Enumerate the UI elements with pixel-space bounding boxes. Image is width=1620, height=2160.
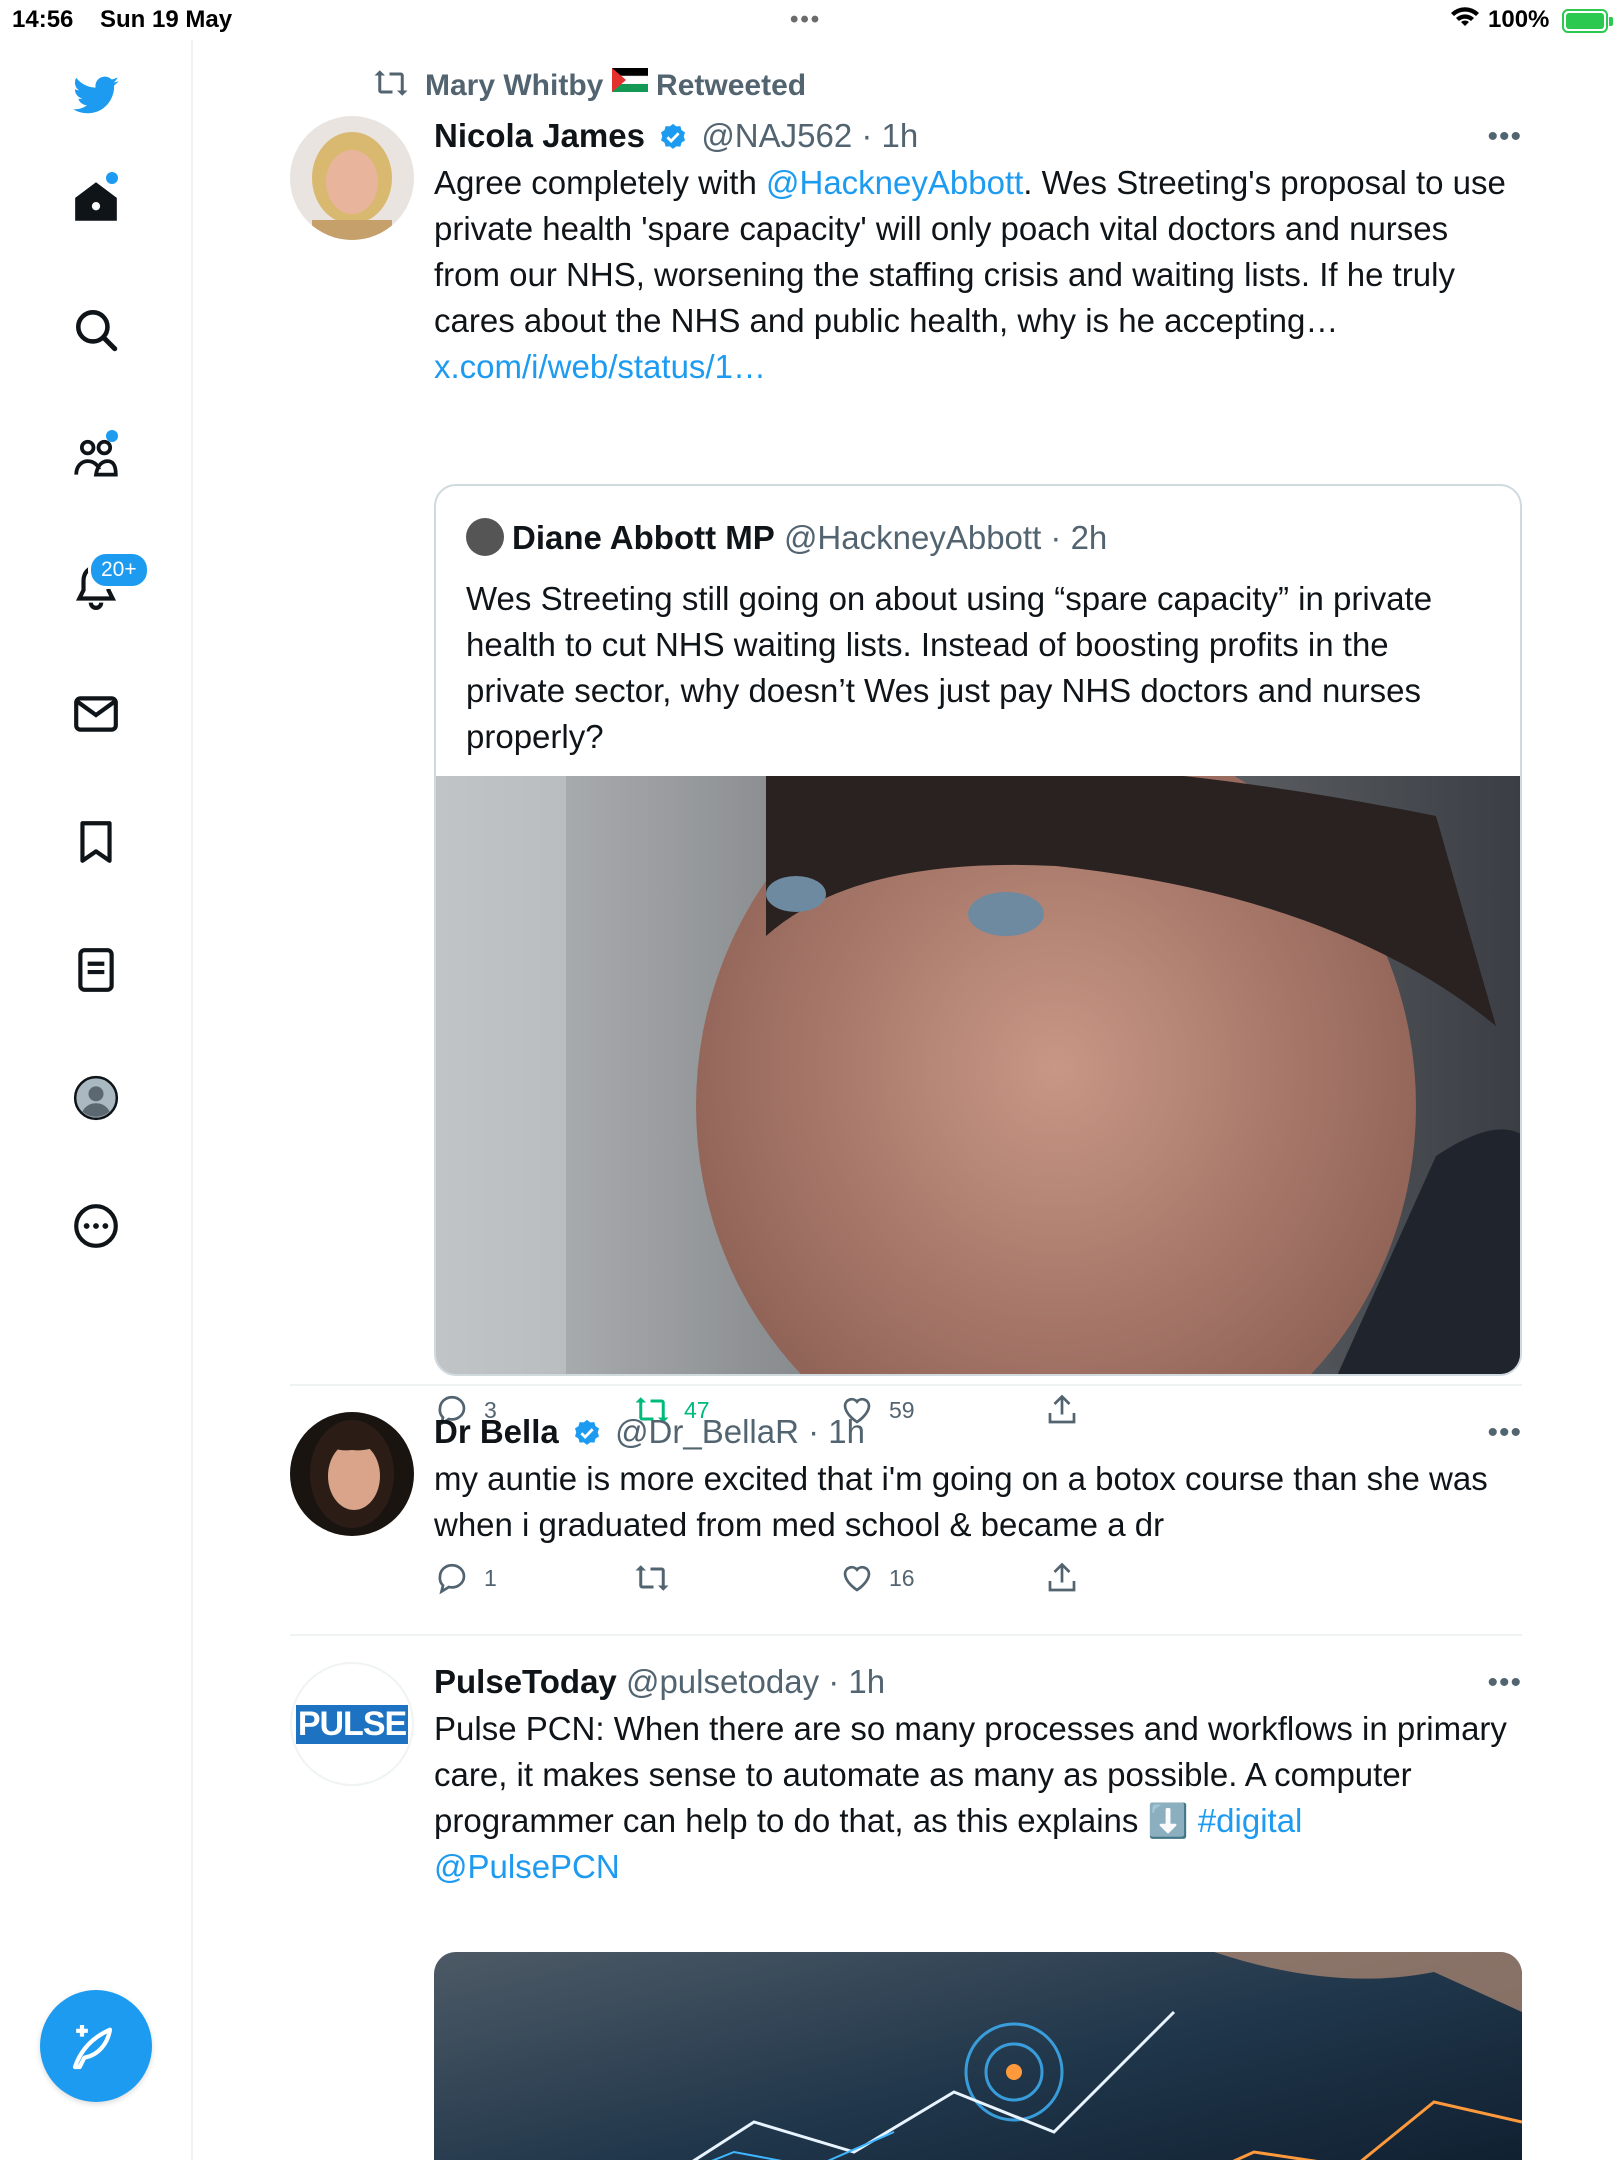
profile-icon — [73, 1075, 119, 1121]
nav-lists[interactable] — [62, 936, 130, 1004]
tweet-image[interactable] — [434, 1952, 1522, 2160]
tweet-time[interactable]: · 1h — [861, 117, 918, 154]
tweet-time[interactable]: · 1h — [828, 1663, 885, 1700]
author-name[interactable]: Nicola James — [434, 117, 645, 154]
share-button[interactable] — [1044, 1560, 1080, 1596]
tweet-header: Dr Bella @Dr_BellaR · 1h — [434, 1412, 1522, 1452]
like-count: 16 — [889, 1564, 915, 1591]
tweet-text: my auntie is more excited that i'm going… — [434, 1460, 1488, 1543]
reply-button[interactable]: 1 — [434, 1560, 497, 1596]
status-bar: 14:56 Sun 19 May ••• 100% — [0, 0, 1620, 40]
compose-icon — [72, 2025, 113, 2070]
communities-unread-dot — [106, 430, 118, 442]
messages-icon — [74, 696, 118, 732]
verified-badge-icon — [661, 123, 686, 149]
more-options-icon[interactable]: ••• — [1487, 1416, 1522, 1450]
quoted-author-avatar — [466, 518, 504, 556]
nav-messages[interactable] — [62, 680, 130, 748]
palestine-flag-icon — [611, 62, 648, 92]
mention-link[interactable]: @HackneyAbbott — [766, 164, 1023, 201]
nav-home[interactable] — [62, 168, 130, 236]
status-time: 14:56 — [12, 6, 74, 33]
author-handle[interactable]: @pulsetoday — [626, 1663, 819, 1700]
nav-bookmarks[interactable] — [62, 808, 130, 876]
quoted-tweet-text: Wes Streeting still going on about using… — [466, 580, 1433, 755]
show-more-link[interactable]: x.com/i/web/status/1… — [434, 348, 766, 385]
quoted-author-handle: @HackneyAbbott — [783, 519, 1042, 556]
compose-button[interactable] — [40, 1990, 152, 2102]
avatar[interactable] — [290, 1412, 414, 1536]
tweet-actions: 1 16 — [434, 1560, 1134, 1604]
divider — [290, 1634, 1522, 1636]
nav-more[interactable] — [62, 1192, 130, 1260]
twitter-logo-icon[interactable] — [62, 62, 130, 130]
quoted-author-name: Diane Abbott MP — [512, 519, 775, 556]
notifications-badge: 20+ — [88, 551, 150, 589]
quoted-tweet[interactable]: Diane Abbott MP @HackneyAbbott · 2h Wes … — [434, 484, 1522, 1376]
timeline-feed: Mary Whitby Retweeted Nicola James @NAJ5… — [193, 40, 1620, 2160]
nav-communities[interactable] — [62, 424, 130, 492]
like-button[interactable]: 16 — [839, 1560, 915, 1596]
verified-badge-icon — [574, 1419, 599, 1445]
home-unread-dot — [106, 172, 118, 184]
battery-icon — [1562, 9, 1613, 33]
quoted-tweet-header: Diane Abbott MP @HackneyAbbott · 2h — [466, 518, 1107, 557]
nav-search[interactable] — [62, 296, 130, 364]
retweet-icon — [374, 69, 408, 96]
tweet-text: Agree completely with @HackneyAbbott. We… — [434, 164, 1506, 385]
heart-icon — [843, 1565, 871, 1592]
retweet-context[interactable]: Mary Whitby Retweeted — [373, 62, 806, 103]
author-name[interactable]: Dr Bella — [434, 1413, 559, 1450]
tweet-text: Pulse PCN: When there are so many proces… — [434, 1710, 1507, 1885]
battery-percentage: 100% — [1488, 6, 1550, 33]
avatar[interactable]: PULSE — [290, 1662, 414, 1786]
retweet-icon — [635, 1565, 669, 1591]
more-icon — [74, 1204, 118, 1248]
reply-icon — [438, 1563, 466, 1595]
more-options-icon[interactable]: ••• — [1487, 120, 1522, 154]
status-date: Sun 19 May — [100, 6, 233, 33]
nav-profile[interactable] — [62, 1064, 130, 1132]
quoted-tweet-time: · 2h — [1050, 519, 1108, 556]
author-name[interactable]: PulseToday — [434, 1663, 617, 1700]
retweeted-label: Retweeted — [656, 69, 807, 102]
author-handle[interactable]: @Dr_BellaR — [615, 1413, 799, 1450]
quoted-tweet-image[interactable] — [436, 726, 1520, 1374]
pulse-logo: PULSE — [295, 1704, 409, 1744]
reply-count: 1 — [484, 1564, 497, 1591]
retweet-button[interactable] — [634, 1560, 684, 1596]
tweet-header: Nicola James @NAJ562 · 1h — [434, 116, 1522, 156]
bookmarks-icon — [80, 821, 112, 863]
tweet-header: PulseToday @pulsetoday · 1h — [434, 1662, 1522, 1702]
mention-link[interactable]: @PulsePCN — [434, 1848, 620, 1885]
sidebar-nav: 20+ — [0, 40, 193, 2160]
divider — [290, 1384, 1522, 1386]
share-icon — [1048, 1562, 1076, 1592]
avatar[interactable] — [290, 116, 414, 240]
multitasking-dots[interactable]: ••• — [790, 6, 821, 34]
retweeted-by-name: Mary Whitby — [425, 69, 604, 102]
search-icon — [76, 310, 118, 352]
lists-icon — [78, 948, 114, 992]
home-icon — [75, 182, 117, 221]
more-options-icon[interactable]: ••• — [1487, 1666, 1522, 1700]
author-handle[interactable]: @NAJ562 — [701, 117, 852, 154]
tweet-time[interactable]: · 1h — [808, 1413, 865, 1450]
wifi-icon — [1450, 6, 1480, 37]
hashtag-link[interactable]: #digital — [1198, 1802, 1303, 1839]
